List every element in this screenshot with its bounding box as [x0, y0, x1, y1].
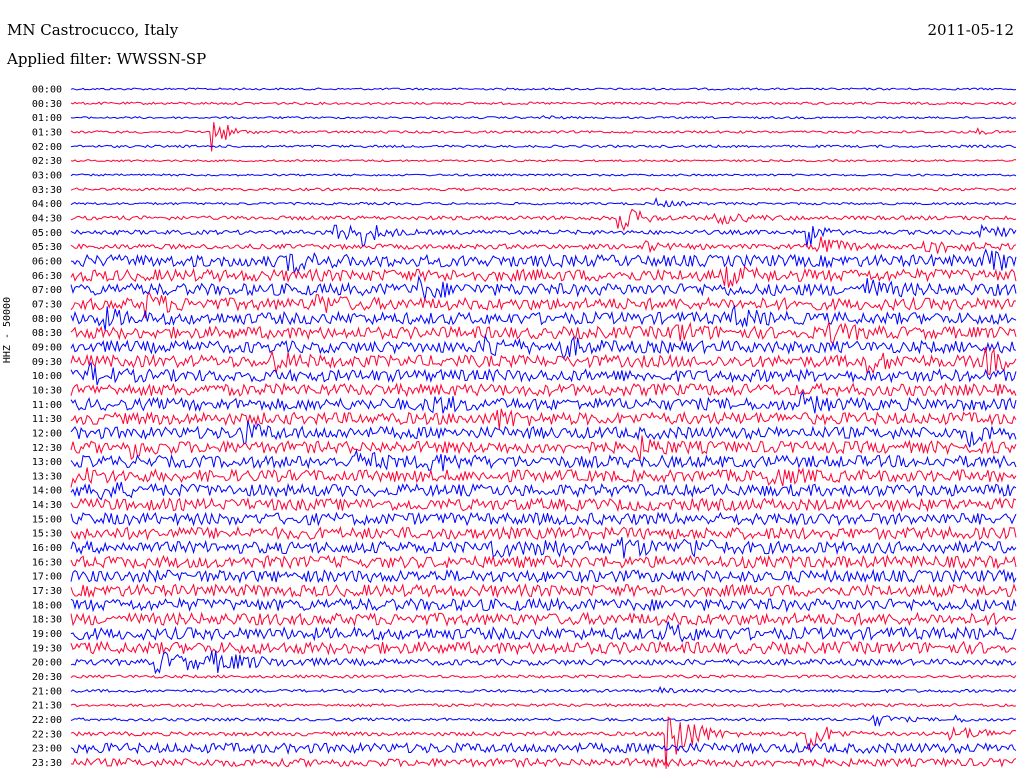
trace-row [70, 333, 1017, 360]
trace-row [70, 382, 1017, 398]
time-label: 15:00 [32, 514, 62, 525]
trace-row [70, 390, 1017, 414]
trace-row [70, 716, 1017, 769]
time-label: 22:00 [32, 715, 62, 726]
time-label: 19:30 [32, 643, 62, 654]
time-label: 04:30 [32, 213, 62, 224]
time-label: 18:30 [32, 615, 62, 626]
trace-row [70, 596, 1017, 613]
trace-row [70, 448, 1017, 472]
trace-row [70, 248, 1017, 274]
trace-row [70, 87, 1017, 91]
time-label: 11:00 [32, 400, 62, 411]
trace-row [70, 159, 1017, 163]
trace-row [70, 197, 1017, 208]
trace-row [70, 115, 1017, 120]
time-label: 05:00 [32, 228, 62, 239]
time-label: 11:30 [32, 414, 62, 425]
trace-row [70, 640, 1017, 656]
time-label: 00:00 [32, 85, 62, 96]
trace-row [70, 467, 1017, 488]
time-label: 15:30 [32, 529, 62, 540]
trace-row [70, 236, 1017, 254]
trace-row [70, 144, 1017, 149]
time-label: 10:00 [32, 371, 62, 382]
time-label: 08:30 [32, 328, 62, 339]
time-label: 06:00 [32, 256, 62, 267]
trace-row [70, 583, 1017, 599]
trace-row [70, 525, 1017, 541]
time-label: 02:30 [32, 156, 62, 167]
time-label: 10:30 [32, 385, 62, 396]
trace-row [70, 435, 1017, 461]
time-label: 04:00 [32, 199, 62, 210]
trace-row [70, 223, 1017, 248]
trace-row [70, 420, 1017, 448]
trace-row [70, 714, 1017, 727]
trace-row [70, 741, 1017, 756]
trace-row [70, 496, 1017, 513]
trace-row [70, 568, 1017, 584]
time-label: 07:30 [32, 299, 62, 310]
time-label: 05:30 [32, 242, 62, 253]
trace-row [70, 554, 1017, 570]
trace-row [70, 274, 1017, 301]
time-label: 23:30 [32, 758, 62, 769]
time-label: 01:00 [32, 113, 62, 124]
trace-row [70, 346, 1017, 376]
trace-row [70, 321, 1017, 345]
time-label: 12:00 [32, 428, 62, 439]
time-label: 06:30 [32, 271, 62, 282]
time-label: 14:30 [32, 500, 62, 511]
time-label: 09:30 [32, 357, 62, 368]
time-label: 16:30 [32, 557, 62, 568]
time-label: 20:30 [32, 672, 62, 683]
trace-row [70, 536, 1017, 559]
trace-row [70, 173, 1017, 177]
trace-row [70, 408, 1017, 430]
trace-row [70, 756, 1017, 769]
trace-row [70, 481, 1017, 501]
trace-row [70, 187, 1017, 192]
time-label: 23:00 [32, 744, 62, 755]
time-label: 21:00 [32, 686, 62, 697]
time-label: 02:00 [32, 142, 62, 153]
trace-row [70, 208, 1017, 232]
time-label: 07:00 [32, 285, 62, 296]
time-label: 08:00 [32, 314, 62, 325]
time-label: 13:30 [32, 471, 62, 482]
time-label: 18:00 [32, 600, 62, 611]
trace-row [70, 101, 1017, 106]
time-label: 03:30 [32, 185, 62, 196]
trace-row [70, 511, 1017, 527]
time-label: 13:00 [32, 457, 62, 468]
time-label: 09:00 [32, 342, 62, 353]
time-label: 17:00 [32, 572, 62, 583]
trace-row [70, 702, 1017, 708]
time-label: 16:00 [32, 543, 62, 554]
trace-row [70, 621, 1017, 643]
time-label: 17:30 [32, 586, 62, 597]
trace-row [70, 650, 1017, 675]
time-label: 20:00 [32, 658, 62, 669]
helicorder-plot: 00:00 00:30 01:00 01:30 02:00 02:30 03:00 03:30… [32, 85, 1017, 769]
trace-row [70, 611, 1017, 627]
time-label: 00:30 [32, 99, 62, 110]
trace-row [70, 674, 1017, 679]
time-label: 22:30 [32, 729, 62, 740]
time-label: 01:30 [32, 127, 62, 138]
trace-row [70, 685, 1017, 695]
trace-row [70, 304, 1017, 331]
trace-row [70, 292, 1017, 319]
time-label: 12:30 [32, 443, 62, 454]
time-label: 19:00 [32, 629, 62, 640]
time-label: 03:00 [32, 170, 62, 181]
time-label: 21:30 [32, 701, 62, 712]
time-label: 14:00 [32, 486, 62, 497]
